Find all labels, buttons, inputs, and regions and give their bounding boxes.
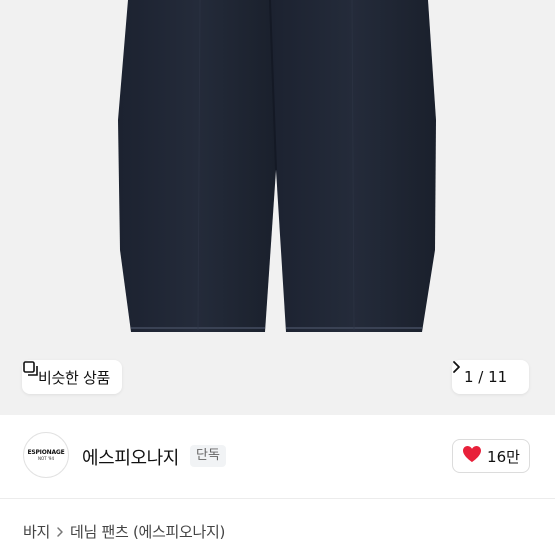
jeans-photo [118,0,436,332]
breadcrumb: 바지 데님 팬츠 (에스피오나지) [23,521,225,542]
product-image[interactable]: 비슷한 상품 1 / 11 [0,0,555,415]
like-count: 16만 [487,447,520,466]
similar-products-button[interactable]: 비슷한 상품 [22,360,122,394]
store-logo-subtext: NOT '94 [37,456,55,461]
section-divider [0,498,555,499]
heart-icon [462,445,482,467]
similar-products-label: 비슷한 상품 [38,368,110,387]
image-counter: 1 / 11 [464,368,508,386]
chevron-right-icon [56,526,64,538]
store-logo[interactable]: ESPIONAGE NOT '94 [23,432,69,478]
store-name[interactable]: 에스피오나지 [82,444,179,470]
image-counter-button[interactable]: 1 / 11 [452,360,529,394]
like-button[interactable]: 16만 [452,439,530,473]
breadcrumb-item-pants[interactable]: 바지 [23,521,50,542]
exclusive-badge: 단독 [190,445,226,467]
breadcrumb-item-denim[interactable]: 데님 팬츠 (에스피오나지) [70,521,225,542]
store-logo-text: ESPIONAGE [27,449,65,456]
